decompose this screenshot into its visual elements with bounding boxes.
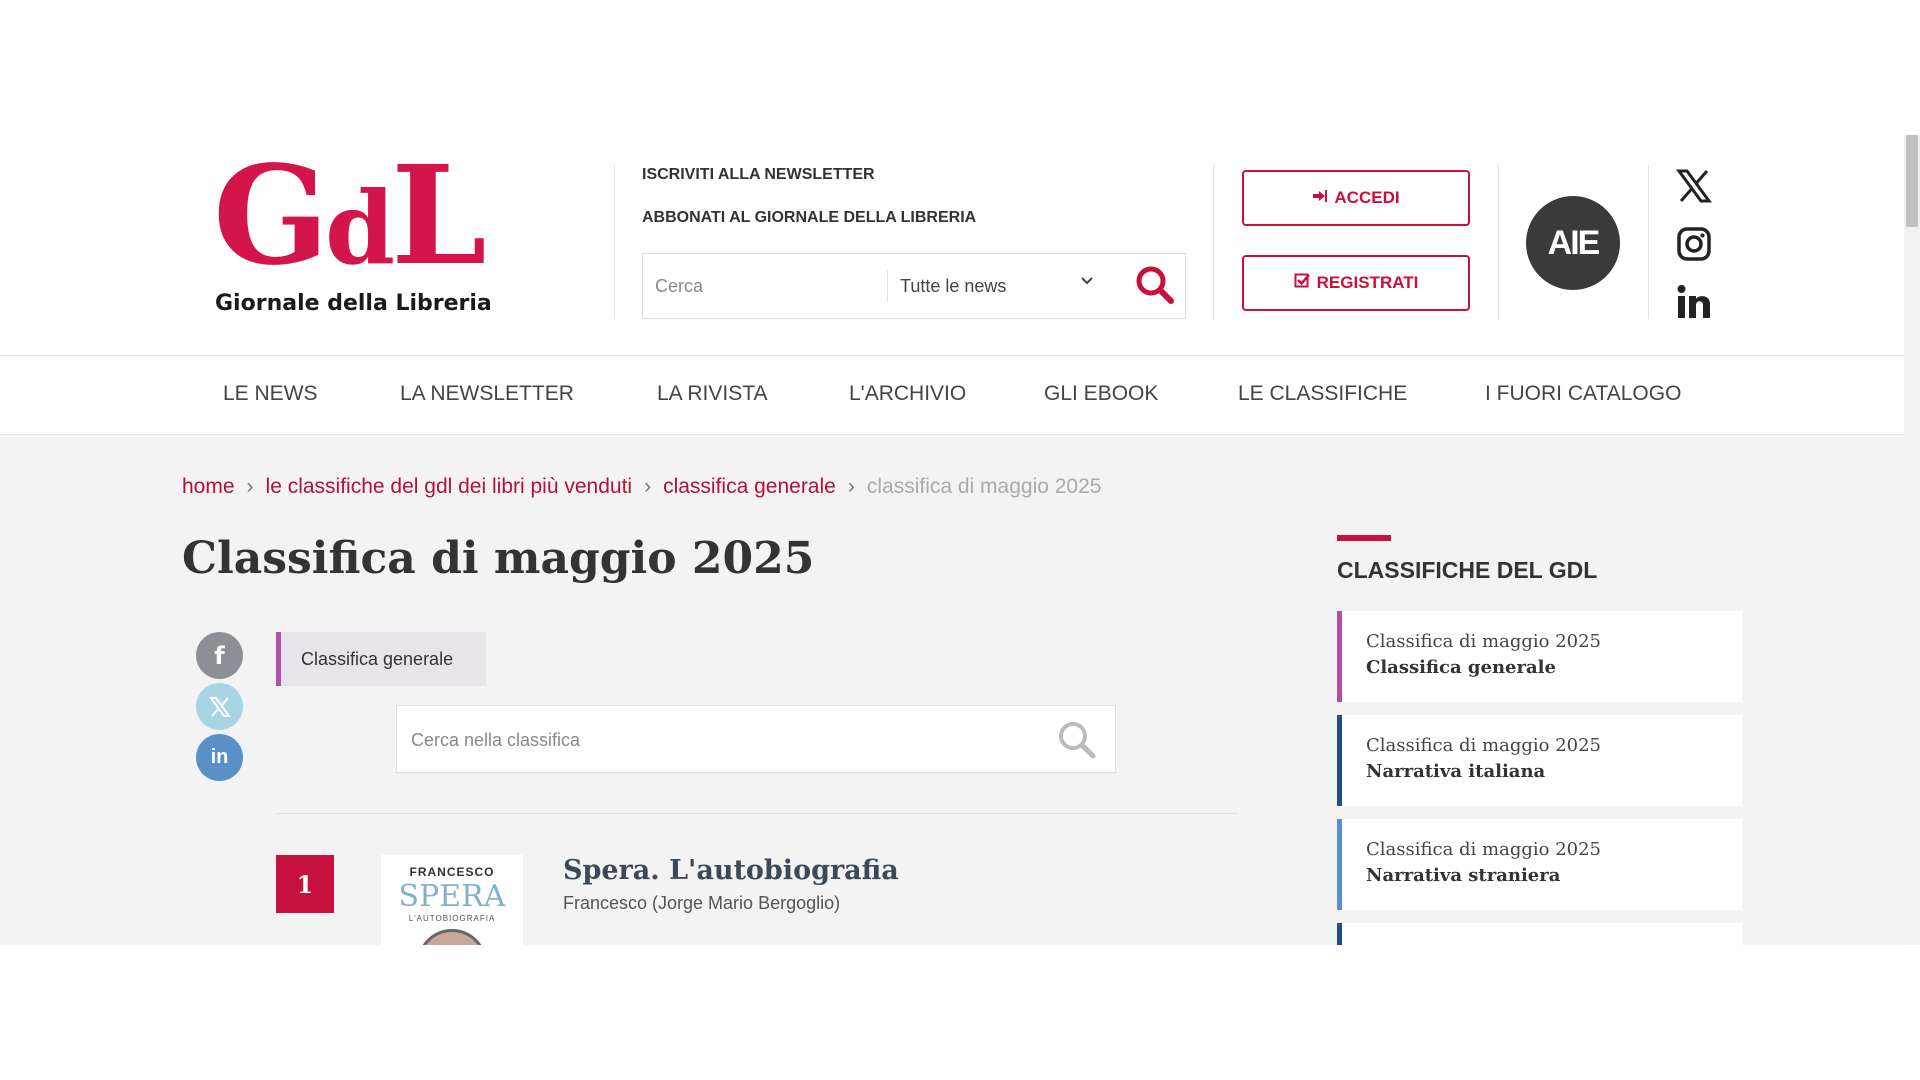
tab-classifica-generale[interactable]: Classifica generale bbox=[276, 632, 486, 686]
nav-item-archivio[interactable]: L'ARCHIVIO bbox=[849, 382, 966, 406]
newsletter-signup-link[interactable]: ISCRIVITI ALLA NEWSLETTER bbox=[642, 166, 875, 184]
book-title[interactable]: Spera. L'autobiografia bbox=[563, 855, 899, 886]
linkedin-icon[interactable] bbox=[1676, 284, 1712, 320]
check-square-icon bbox=[1294, 272, 1311, 294]
logo-mark: GdL bbox=[213, 136, 487, 296]
site-logo[interactable]: GdL Giornale della Libreria bbox=[213, 141, 493, 323]
page-scrollbar[interactable] bbox=[1904, 135, 1920, 945]
chevron-right-icon: › bbox=[847, 475, 855, 498]
sidebar-title: CLASSIFICHE DEL GDL bbox=[1337, 557, 1598, 583]
nav-item-ebook[interactable]: GLI EBOOK bbox=[1044, 382, 1158, 406]
nav-item-news[interactable]: LE NEWS bbox=[223, 382, 318, 406]
scrollbar-thumb[interactable] bbox=[1906, 135, 1918, 227]
x-icon[interactable] bbox=[1676, 168, 1712, 204]
cover-portrait bbox=[417, 929, 487, 945]
chevron-right-icon: › bbox=[246, 475, 254, 498]
sidebar-card-month: Classifica di maggio 2025 bbox=[1366, 735, 1602, 756]
chevron-down-icon[interactable] bbox=[1080, 274, 1094, 293]
main-content: home › le classifiche del gdl dei libri pi… bbox=[0, 435, 1904, 945]
header-divider bbox=[1498, 165, 1499, 319]
header-divider bbox=[1648, 165, 1649, 319]
ranking-search-input[interactable]: Cerca nella classifica bbox=[411, 730, 580, 751]
site-search: Cerca Tutte le news bbox=[642, 253, 1186, 319]
sidebar-card-month: Classifica di maggio 2025 bbox=[1366, 631, 1602, 652]
subscribe-link[interactable]: ABBONATI AL GIORNALE DELLA LIBRERIA bbox=[642, 209, 976, 227]
page-title: Classifica di maggio 2025 bbox=[182, 533, 815, 584]
register-label: REGISTRATI bbox=[1316, 273, 1419, 292]
login-icon bbox=[1312, 188, 1328, 209]
sidebar-card[interactable]: Classifica di maggio 2025 Narrativa stra… bbox=[1337, 819, 1742, 910]
instagram-icon[interactable] bbox=[1676, 226, 1712, 262]
sidebar-card[interactable] bbox=[1337, 923, 1742, 945]
register-button[interactable]: REGISTRATI bbox=[1242, 255, 1470, 311]
nav-item-newsletter[interactable]: LA NEWSLETTER bbox=[400, 382, 574, 406]
rank-number: 1 bbox=[276, 855, 334, 913]
nav-item-classifiche[interactable]: LE CLASSIFICHE bbox=[1238, 382, 1407, 406]
page: GdL Giornale della Libreria ISCRIVITI AL… bbox=[0, 0, 1920, 1080]
x-share-icon[interactable] bbox=[196, 683, 243, 730]
sidebar-card-month: Classifica di maggio 2025 bbox=[1366, 839, 1602, 860]
cover-subtitle: L'AUTOBIOGRAFIA bbox=[408, 914, 496, 923]
linkedin-share-icon[interactable]: in bbox=[196, 734, 243, 781]
login-button[interactable]: ACCEDI bbox=[1242, 170, 1470, 226]
search-input[interactable]: Cerca bbox=[655, 276, 703, 297]
breadcrumb: home › le classifiche del gdl dei libri pi… bbox=[182, 475, 1101, 499]
breadcrumb-classifiche[interactable]: le classifiche del gdl dei libri più ven… bbox=[266, 475, 633, 498]
header-divider bbox=[614, 165, 615, 319]
book-author: Francesco (Jorge Mario Bergoglio) bbox=[563, 893, 841, 913]
sidebar-card[interactable]: Classifica di maggio 2025 Narrativa ital… bbox=[1337, 715, 1742, 806]
chevron-right-icon: › bbox=[644, 475, 652, 498]
cover-title: SPERA bbox=[398, 879, 506, 914]
header-divider bbox=[1213, 165, 1214, 319]
divider bbox=[276, 813, 1238, 814]
sidebar-card-category: Classifica generale bbox=[1366, 657, 1556, 678]
logo-subtitle: Giornale della Libreria bbox=[215, 291, 492, 316]
breadcrumb-current: classifica di maggio 2025 bbox=[866, 475, 1102, 498]
search-scope-select[interactable]: Tutte le news bbox=[900, 276, 1006, 297]
login-label: ACCEDI bbox=[1334, 188, 1400, 207]
nav-item-rivista[interactable]: LA RIVISTA bbox=[657, 382, 768, 406]
facebook-share-icon[interactable]: f bbox=[196, 632, 243, 679]
ranking-search: Cerca nella classifica bbox=[396, 705, 1116, 773]
sidebar-card[interactable]: Classifica di maggio 2025 Classifica gen… bbox=[1337, 611, 1742, 702]
sidebar-accent bbox=[1337, 535, 1391, 541]
aie-label: AIE bbox=[1547, 223, 1601, 262]
breadcrumb-classifica-generale[interactable]: classifica generale bbox=[663, 475, 836, 498]
sidebar-card-category: Narrativa straniera bbox=[1366, 865, 1561, 886]
search-icon[interactable] bbox=[1134, 264, 1176, 306]
nav-item-fuori-catalogo[interactable]: I FUORI CATALOGO bbox=[1485, 382, 1681, 406]
aie-logo[interactable]: AIE bbox=[1526, 196, 1620, 290]
sidebar-card-category: Narrativa italiana bbox=[1366, 761, 1546, 782]
book-cover[interactable]: FRANCESCO SPERA L'AUTOBIOGRAFIA bbox=[381, 855, 523, 945]
facebook-glyph: f bbox=[214, 641, 225, 670]
search-divider bbox=[887, 270, 888, 302]
search-icon[interactable] bbox=[1057, 720, 1097, 760]
breadcrumb-home[interactable]: home bbox=[182, 475, 235, 498]
linkedin-glyph: in bbox=[210, 746, 229, 768]
cover-author: FRANCESCO bbox=[409, 865, 495, 879]
